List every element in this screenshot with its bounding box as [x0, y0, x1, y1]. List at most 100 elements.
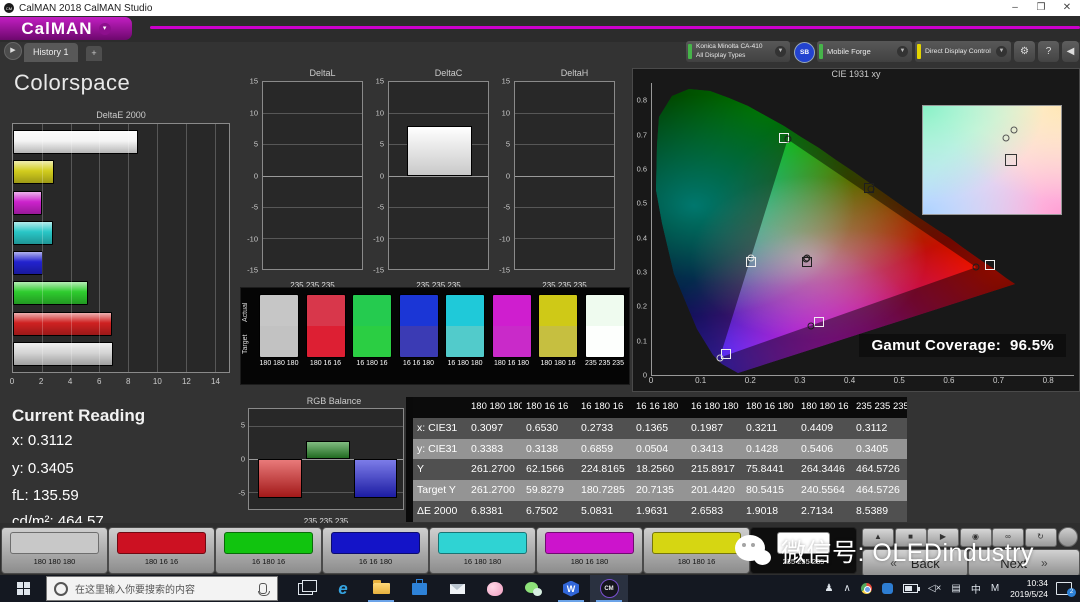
wechat-icon[interactable]	[514, 575, 552, 602]
sb-button[interactable]: SB	[794, 42, 815, 63]
swatch-label: 180 16 180	[493, 360, 530, 367]
task-view-icon[interactable]	[286, 575, 324, 602]
patch-button-180-16-180[interactable]: 180 16 180	[536, 527, 643, 574]
patch-button-180-180-16[interactable]: 180 180 16	[643, 527, 750, 574]
y-tick-label: -10	[247, 234, 258, 243]
table-cell: 0.1428	[742, 438, 797, 460]
wechat-glyph	[524, 581, 542, 596]
swatch-235-235-235: 235 235 235	[584, 294, 625, 368]
x-tick-label: 12	[181, 377, 191, 386]
patch-button-16-180-16[interactable]: 16 180 16	[215, 527, 322, 574]
gamut-coverage-badge: Gamut Coverage: 96.5%	[859, 334, 1066, 357]
help-button[interactable]: ?	[1038, 41, 1059, 62]
cloud-drive-icon[interactable]	[877, 583, 898, 594]
display-status-indicator	[917, 44, 921, 59]
chrome-icon[interactable]	[856, 583, 877, 594]
touch-keyboard-icon[interactable]: ▤	[946, 583, 965, 594]
measurement-table: 180 180 180 180 16 16 16 180 16 16 16 180 16…	[406, 397, 907, 522]
table-cell: 6.7502	[522, 500, 577, 522]
calman-icon[interactable]: CM	[590, 575, 628, 602]
swatch-label: 180 180 180	[259, 360, 299, 367]
mail-icon[interactable]	[438, 575, 476, 602]
m-app-icon[interactable]: M	[986, 583, 1004, 594]
swatch-180-180-16: 180 180 16	[538, 294, 578, 368]
source-selector[interactable]: Mobile Forge ▼	[817, 41, 912, 62]
gridline	[515, 113, 614, 115]
edge-icon[interactable]: e	[324, 575, 362, 602]
window-app-icon: CM	[4, 3, 14, 13]
table-row-label: Y	[413, 459, 467, 481]
windows-taskbar: 在这里输入你要搜索的内容 e W CM ♟ ∧ ◁× ▤ 中 M 10:34 2019/5/2…	[0, 575, 1080, 602]
taskbar-search-input[interactable]: 在这里输入你要搜索的内容	[46, 576, 278, 601]
x-tick-label: 0.6	[943, 376, 955, 385]
table-cell: 0.6859	[577, 438, 632, 460]
cie-1931-chart: CIE 1931 xy Gamut Coverage: 96.5% 0 0.1 …	[632, 68, 1080, 392]
settings-button[interactable]: ⚙	[1014, 41, 1035, 62]
delta-c-chart: DeltaC 15 10 5 0 -5 -10 -15 235 235 235	[366, 68, 491, 292]
x-tick-label: 0.3	[794, 376, 806, 385]
task-view-glyph	[297, 579, 317, 595]
patch-button-16-16-180[interactable]: 16 16 180	[322, 527, 429, 574]
add-tab-button[interactable]: +	[86, 46, 102, 61]
gridline	[263, 237, 362, 239]
patch-button-16-180-180[interactable]: 16 180 180	[429, 527, 536, 574]
watermark: 微信号: OLEDindustry	[735, 533, 1034, 569]
calman-glyph: CM	[599, 579, 619, 598]
table-cell: 2.6583	[687, 500, 742, 522]
inset-measured-point	[1002, 134, 1010, 142]
y-tick-label: -15	[247, 265, 258, 275]
volume-muted-icon[interactable]: ◁×	[923, 583, 947, 594]
y-tick-label: -5	[503, 202, 510, 212]
table-cell: 75.8441	[742, 459, 797, 481]
table-row-label: y: CIE31	[413, 438, 467, 460]
people-icon[interactable]: ♟	[820, 583, 839, 594]
patch-button-180-16-16[interactable]: 180 16 16	[108, 527, 215, 574]
close-button[interactable]: ✕	[1054, 0, 1080, 16]
swatch-180-16-180: 180 16 180	[491, 294, 532, 368]
minimize-button[interactable]: –	[1002, 0, 1028, 16]
tab-history-1[interactable]: History 1	[24, 43, 78, 62]
taskbar-clock[interactable]: 10:34 2019/5/24	[1004, 578, 1054, 599]
chevron-up-icon[interactable]: ∧	[839, 583, 856, 594]
wps-icon[interactable]: W	[552, 575, 590, 602]
gridline	[185, 124, 187, 372]
delta-e-bar	[13, 160, 55, 185]
file-explorer-icon[interactable]	[362, 575, 400, 602]
media-app-icon[interactable]	[476, 575, 514, 602]
patch-label: 16 16 180	[358, 557, 393, 566]
table-cell: 8.5389	[852, 500, 907, 522]
battery-icon[interactable]	[898, 584, 923, 593]
gridline	[515, 144, 614, 146]
gridline	[389, 113, 488, 115]
collapse-panel-button[interactable]: ◀	[1062, 41, 1079, 62]
microphone-icon[interactable]	[258, 583, 270, 596]
swatch-180-180-180: 180 180 180	[259, 294, 299, 368]
maximize-button[interactable]: ❐	[1028, 0, 1054, 16]
ime-indicator[interactable]: 中	[966, 581, 986, 596]
start-button[interactable]	[0, 575, 46, 602]
swatch-label: 16 16 180	[402, 360, 435, 367]
table-cell: 240.5564	[797, 480, 852, 501]
reading-fl: fL: 135.59	[12, 487, 79, 504]
display-control-name: Direct Display Control	[925, 48, 991, 55]
calman-menu-button[interactable]: CalMAN ▾	[0, 17, 132, 40]
action-center-icon[interactable]: 2	[1056, 582, 1076, 597]
swatch-label: 16 180 180	[447, 360, 483, 367]
swatch-16-16-180: 16 16 180	[398, 294, 439, 368]
x-tick-label: 0.8	[1042, 376, 1054, 385]
patch-button-180-180-180[interactable]: 180 180 180	[1, 527, 108, 574]
patch-color	[331, 532, 420, 554]
chart-title: DeltaL	[309, 68, 336, 78]
display-control-selector[interactable]: Direct Display Control ▼	[915, 41, 1011, 62]
table-cell: 1.9018	[742, 500, 797, 522]
meter-selector[interactable]: Konica Minolta CA-410 All Display Types …	[686, 41, 790, 62]
target-color	[260, 326, 298, 357]
record-circle-button[interactable]	[1058, 527, 1078, 547]
table-cell: 0.3112	[852, 417, 907, 439]
delta-h-chart: DeltaH 15 10 5 0 -5 -10 -15 235 235 235	[492, 68, 617, 292]
cie-x-axis: 0 0.1 0.2 0.3 0.4 0.5 0.6 0.7 0.8	[649, 376, 1073, 388]
workflow-play-button[interactable]: ▶	[4, 42, 22, 60]
store-icon[interactable]	[400, 575, 438, 602]
table-header-cell: 16 180 180	[687, 397, 742, 418]
target-color	[492, 326, 531, 357]
